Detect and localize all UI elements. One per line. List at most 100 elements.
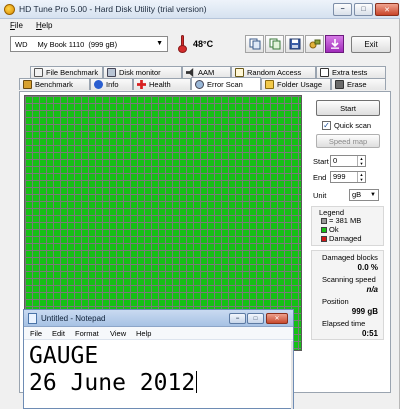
hd-tune-app-icon bbox=[4, 4, 15, 15]
quick-scan-checkbox[interactable]: ✓ bbox=[322, 121, 331, 130]
health-cross-icon bbox=[137, 80, 146, 89]
spin-arrows-icon[interactable]: ▲ ▼ bbox=[357, 156, 365, 166]
notepad-menu-format[interactable]: Format bbox=[75, 329, 99, 338]
start-scan-button[interactable]: Start bbox=[316, 100, 380, 116]
tab-disk-monitor[interactable]: Disk monitor bbox=[103, 66, 182, 78]
legend-damaged: Damaged bbox=[321, 234, 362, 243]
menu-help-label: elp bbox=[41, 21, 53, 30]
notepad-maximize-button[interactable]: □ bbox=[247, 313, 264, 324]
save-icon bbox=[289, 38, 300, 50]
notepad-menu-help[interactable]: Help bbox=[136, 329, 151, 338]
copy-button[interactable] bbox=[245, 35, 264, 53]
drive-size: (999 gB) bbox=[88, 39, 118, 49]
elapsed-time-value: 0:51 bbox=[361, 329, 378, 338]
tab-error-scan-label: Error Scan bbox=[207, 79, 243, 89]
notepad-minimize-button[interactable]: − bbox=[229, 313, 246, 324]
folder-icon bbox=[265, 80, 274, 89]
notepad-line-1: GAUGE bbox=[29, 343, 99, 369]
tab-erase[interactable]: Erase bbox=[331, 78, 386, 90]
unit-select[interactable]: gB ▼ bbox=[349, 189, 379, 201]
notepad-menu-view[interactable]: View bbox=[110, 329, 126, 338]
copy-all-button[interactable] bbox=[265, 35, 284, 53]
exit-button[interactable]: Exit bbox=[351, 36, 391, 53]
start-label: Start bbox=[313, 157, 329, 166]
end-value: 999 bbox=[333, 172, 346, 181]
tab-error-scan[interactable]: Error Scan bbox=[191, 77, 261, 90]
start-input[interactable]: 0 ▲ ▼ bbox=[330, 155, 366, 167]
end-label: End bbox=[313, 173, 327, 182]
legend-block-size: = 381 MB bbox=[321, 216, 361, 225]
info-icon bbox=[94, 80, 103, 89]
tab-folder-usage[interactable]: Folder Usage bbox=[261, 78, 331, 90]
window-title: HD Tune Pro 5.00 - Hard Disk Utility (tr… bbox=[19, 4, 207, 14]
chevron-down-icon: ▼ bbox=[156, 40, 163, 47]
tab-benchmark-label: Benchmark bbox=[35, 80, 73, 89]
unit-label: Unit bbox=[313, 191, 327, 200]
title-bar: HD Tune Pro 5.00 - Hard Disk Utility (tr… bbox=[0, 0, 400, 19]
end-input[interactable]: 999 ▲ ▼ bbox=[330, 171, 366, 183]
trash-icon bbox=[335, 80, 344, 89]
benchmark-icon bbox=[23, 80, 32, 89]
notepad-scrollbar[interactable] bbox=[291, 341, 293, 409]
maximize-button[interactable]: □ bbox=[354, 3, 373, 16]
tab-health[interactable]: Health bbox=[133, 78, 191, 90]
thermometer-icon bbox=[178, 35, 187, 53]
notepad-title: Untitled - Notepad bbox=[41, 314, 106, 323]
close-button[interactable]: ✕ bbox=[375, 3, 399, 16]
legend-ok-text: Ok bbox=[329, 225, 339, 234]
chevron-down-icon: ▼ bbox=[370, 192, 376, 198]
spin-arrows-icon[interactable]: ▲ ▼ bbox=[357, 172, 365, 182]
legend-block-size-text: = 381 MB bbox=[329, 216, 362, 225]
drive-vendor: WD bbox=[15, 39, 28, 49]
notepad-menu-edit[interactable]: Edit bbox=[52, 329, 65, 338]
scan-stats-box: Damaged blocks 0.0 % Scanning speed n/a … bbox=[311, 250, 384, 340]
damaged-blocks-label: Damaged blocks bbox=[322, 253, 378, 262]
disk-monitor-icon bbox=[107, 68, 116, 77]
unit-value: gB bbox=[352, 190, 362, 199]
temperature-readout: 48°C bbox=[193, 39, 214, 49]
legend-ok-swatch bbox=[321, 227, 327, 234]
legend-damaged-swatch bbox=[321, 236, 327, 243]
start-value: 0 bbox=[333, 156, 338, 165]
elapsed-time-label: Elapsed time bbox=[322, 319, 366, 328]
file-benchmark-icon bbox=[34, 68, 43, 77]
position-label: Position bbox=[322, 297, 349, 306]
save-button[interactable] bbox=[285, 35, 304, 53]
extra-tests-icon bbox=[320, 68, 329, 77]
tab-extra-tests[interactable]: Extra tests bbox=[316, 66, 386, 78]
drive-name: My Book 1110 bbox=[37, 39, 85, 49]
notepad-title-bar: Untitled - Notepad − □ ✕ bbox=[24, 310, 293, 327]
notepad-line-2-wrap: 26 June 2012 bbox=[29, 370, 291, 397]
drive-select[interactable]: WD My Book 1110 (999 gB) ▼ bbox=[10, 36, 168, 52]
tab-disk-monitor-label: Disk monitor bbox=[119, 68, 161, 77]
notepad-window: Untitled - Notepad − □ ✕ File Edit Forma… bbox=[23, 309, 294, 409]
damaged-blocks-value: 0.0 % bbox=[357, 263, 378, 272]
notepad-close-button[interactable]: ✕ bbox=[266, 313, 288, 324]
tab-info[interactable]: Info bbox=[90, 78, 133, 90]
quick-scan-label: Quick scan bbox=[334, 121, 372, 130]
menu-help[interactable]: Help bbox=[36, 21, 52, 30]
scanning-speed-value: n/a bbox=[366, 285, 378, 294]
notepad-text-area[interactable]: GAUGE 26 June 2012 bbox=[29, 343, 291, 397]
notepad-app-icon bbox=[28, 313, 37, 324]
minimize-button[interactable]: − bbox=[333, 3, 352, 16]
tab-health-label: Health bbox=[149, 80, 171, 89]
legend-block-swatch bbox=[321, 218, 327, 225]
tab-benchmark[interactable]: Benchmark bbox=[19, 78, 90, 90]
tab-aam-label: AAM bbox=[198, 68, 215, 77]
speaker-icon bbox=[186, 68, 194, 77]
scanning-speed-label: Scanning speed bbox=[322, 275, 376, 284]
notepad-menu-file[interactable]: File bbox=[30, 329, 42, 338]
options-icon bbox=[309, 39, 320, 49]
options-button[interactable] bbox=[305, 35, 324, 53]
speed-map-button[interactable]: Speed map bbox=[316, 134, 380, 148]
menu-bar: File Help bbox=[0, 20, 400, 32]
tab-info-label: Info bbox=[106, 80, 119, 89]
text-caret bbox=[196, 371, 198, 393]
copy-icon bbox=[249, 38, 260, 50]
legend-box: Legend = 381 MB Ok Damaged bbox=[311, 206, 384, 246]
tab-file-benchmark[interactable]: File Benchmark bbox=[30, 66, 103, 78]
menu-file[interactable]: File bbox=[10, 21, 23, 30]
copy-all-icon bbox=[269, 38, 280, 50]
download-button[interactable] bbox=[325, 35, 344, 53]
